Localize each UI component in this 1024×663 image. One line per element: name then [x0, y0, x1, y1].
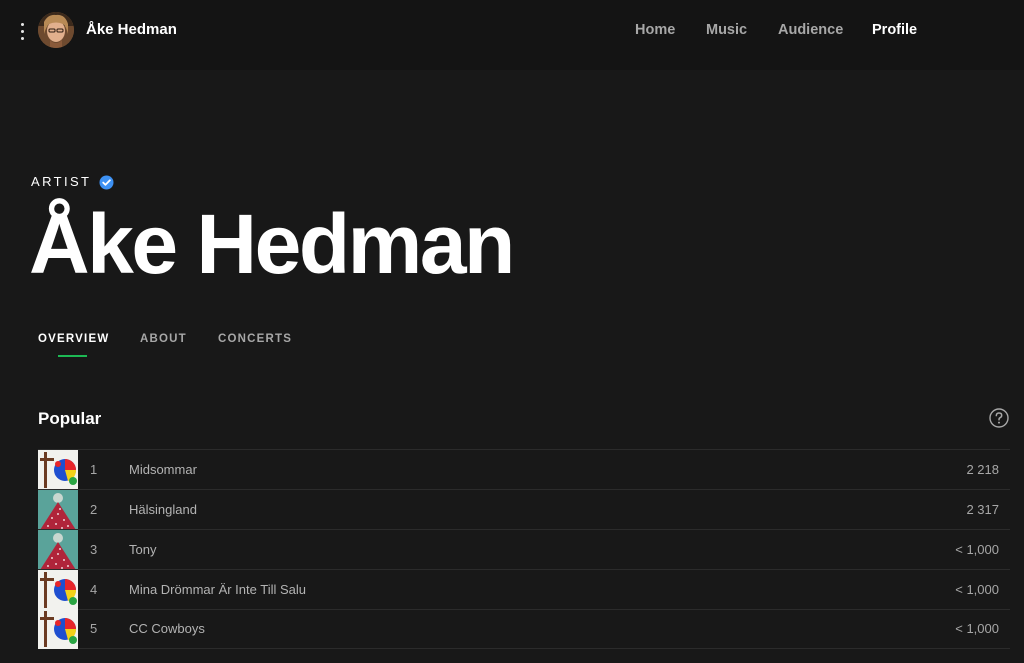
track-rank: 1	[90, 461, 98, 477]
popular-track-list: 1 Midsommar 2 218 2 Hälsingland 2 317 3 …	[38, 449, 1010, 649]
track-row[interactable]: 4 Mina Drömmar Är Inte Till Salu < 1,000	[38, 569, 1010, 610]
verified-badge-icon	[99, 175, 114, 190]
nav-music[interactable]: Music	[706, 20, 747, 40]
help-icon[interactable]	[989, 408, 1009, 428]
track-title[interactable]: CC Cowboys	[129, 620, 205, 638]
colorful-figure-artwork	[38, 449, 78, 490]
track-title[interactable]: Hälsingland	[129, 501, 197, 519]
more-options-icon[interactable]	[14, 18, 30, 44]
header-artist-name: Åke Hedman	[86, 21, 177, 38]
active-tab-indicator	[58, 355, 87, 357]
track-rank: 5	[90, 621, 98, 636]
track-play-count: 2 218	[966, 461, 999, 477]
colorful-figure-artwork	[38, 609, 78, 649]
track-row[interactable]: 1 Midsommar 2 218	[38, 449, 1010, 490]
nav-profile[interactable]: Profile	[872, 20, 917, 40]
track-play-count: < 1,000	[955, 541, 999, 557]
tab-concerts[interactable]: CONCERTS	[218, 330, 292, 348]
popular-heading: Popular	[38, 409, 102, 428]
track-title[interactable]: Midsommar	[129, 461, 197, 479]
avatar[interactable]	[38, 12, 74, 48]
track-rank: 3	[90, 541, 98, 557]
track-rank: 2	[90, 501, 98, 517]
track-row[interactable]: 5 CC Cowboys < 1,000	[38, 609, 1010, 649]
track-title[interactable]: Tony	[129, 541, 156, 559]
track-play-count: 2 317	[966, 501, 999, 517]
track-play-count: < 1,000	[955, 621, 999, 636]
tab-overview[interactable]: OVERVIEW	[38, 330, 109, 348]
red-dress-artwork	[38, 489, 78, 530]
track-play-count: < 1,000	[955, 581, 999, 597]
artist-name-heading: Åke Hedman	[29, 197, 515, 291]
track-row[interactable]: 2 Hälsingland 2 317	[38, 489, 1010, 530]
track-row[interactable]: 3 Tony < 1,000	[38, 529, 1010, 570]
track-title[interactable]: Mina Drömmar Är Inte Till Salu	[129, 581, 306, 599]
nav-home[interactable]: Home	[635, 20, 675, 40]
red-dress-artwork	[38, 529, 78, 570]
artist-label-text: ARTIST	[31, 174, 92, 189]
tab-about[interactable]: ABOUT	[140, 330, 187, 348]
track-rank: 4	[90, 581, 98, 597]
colorful-figure-artwork	[38, 569, 78, 610]
profile-tabs: OVERVIEW ABOUT CONCERTS	[0, 330, 1024, 360]
artist-type-label: ARTIST	[31, 173, 114, 191]
nav-audience[interactable]: Audience	[778, 20, 843, 40]
top-bar: Åke Hedman Home Music Audience Profile	[0, 0, 1024, 70]
